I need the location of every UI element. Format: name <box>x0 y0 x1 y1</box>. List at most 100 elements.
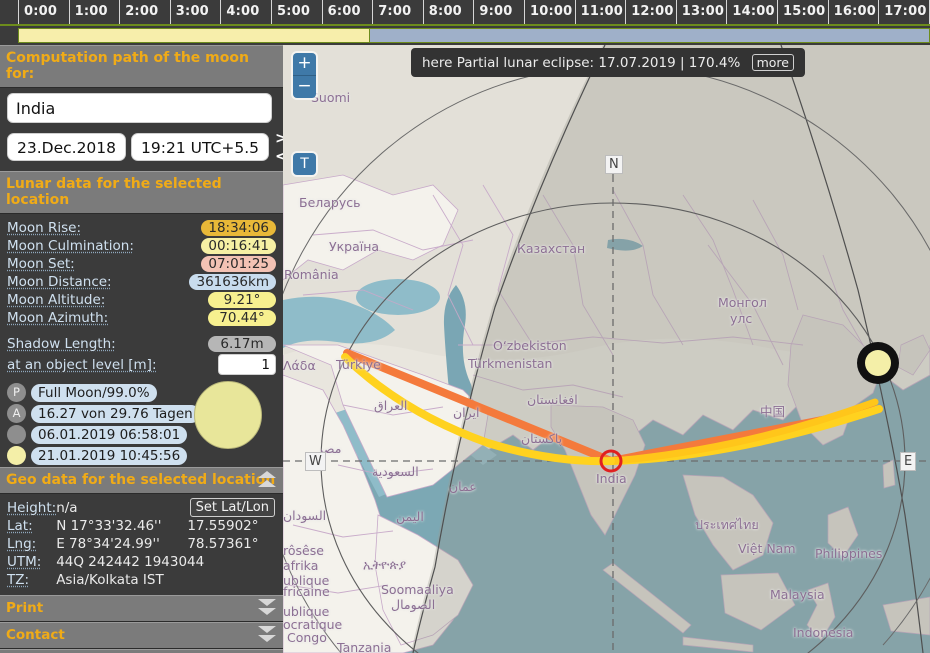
time-tick-label: 13:00 <box>681 4 725 19</box>
time-tick[interactable]: 5:00 <box>271 0 322 24</box>
section-header-contact[interactable]: Contact <box>0 622 283 649</box>
geo-label: Lat: <box>7 518 33 534</box>
map-place-label: Philippines <box>815 546 883 561</box>
map-place-label: Казахстан <box>517 241 586 256</box>
map-place-label: Soomaaliya <box>381 582 454 597</box>
time-tick[interactable]: 17:00 <box>878 0 929 24</box>
moon-azimuth-value: 70.44° <box>208 310 276 326</box>
time-tick[interactable]: 12:00 <box>625 0 676 24</box>
location-input[interactable] <box>7 93 272 123</box>
time-tick[interactable]: 8:00 <box>422 0 474 24</box>
object-level-input[interactable] <box>218 354 276 375</box>
time-tick[interactable]: 15:00 <box>777 0 828 24</box>
map-place-label: Беларусь <box>299 195 361 210</box>
geo-label: Height: <box>7 500 57 516</box>
row-value-cell: 9.21° <box>177 291 276 309</box>
moon-phase-disc-icon <box>194 381 262 449</box>
geo-value: n/a <box>56 500 78 516</box>
object-level-label: at an object level [m]: <box>7 356 157 373</box>
time-tick[interactable]: 6:00 <box>321 0 373 24</box>
eclipse-more-button[interactable]: more <box>751 54 794 71</box>
section-header-help-api[interactable]: Help & API <box>0 649 283 653</box>
map-canvas[interactable]: Suomi Беларусь Україна România Λάδα Türkiye Ка… <box>283 45 930 653</box>
map-place-label: улс <box>730 311 753 326</box>
time-tick[interactable]: 10:00 <box>524 0 575 24</box>
time-tick[interactable]: 16:00 <box>827 0 879 24</box>
section-title-lunar: Lunar data for the selected location <box>6 176 222 208</box>
moon-culmination-value: 00:16:41 <box>201 238 276 254</box>
zoom-in-button[interactable]: + <box>293 53 316 76</box>
table-row-spacer <box>7 327 276 335</box>
time-tick[interactable]: 11:00 <box>574 0 626 24</box>
lunar-panel: Moon Rise: 18:34:06 Moon Culmination: 00… <box>0 214 283 467</box>
set-lat-lon-button[interactable]: Set Lat/Lon <box>189 498 275 517</box>
table-row: Moon Azimuth: 70.44° <box>7 309 276 327</box>
time-tick[interactable]: 13:00 <box>675 0 727 24</box>
zoom-out-button[interactable]: − <box>293 76 316 98</box>
section-title-computation: Computation path of the moon for: <box>6 50 249 82</box>
section-header-computation[interactable]: Computation path of the moon for: <box>0 45 283 88</box>
chevron-up-icon[interactable] <box>258 471 276 489</box>
map-place-label: الصومال <box>391 597 436 612</box>
time-tick-label: 15:00 <box>783 4 826 19</box>
new-moon-date-value: 06.01.2019 06:58:01 <box>31 425 188 444</box>
time-tick[interactable]: 4:00 <box>220 0 271 24</box>
time-field[interactable]: 19:21 UTC+5.5 <box>131 133 269 161</box>
time-tick-label: 0:00 <box>24 4 58 19</box>
map-place-label: Λάδα <box>283 358 316 373</box>
map-place-label: Монгол <box>718 295 767 310</box>
moon-phase-block: P Full Moon/99.0% A 16.27 von 29.76 Tage… <box>7 381 276 465</box>
row-label: Moon Rise: <box>7 220 82 236</box>
phase-age-value: 16.27 von 29.76 Tagen <box>31 404 200 423</box>
table-row: at an object level [m]: <box>7 353 276 376</box>
map-place-label: اليمن <box>396 509 424 524</box>
time-tick[interactable]: 3:00 <box>169 0 221 24</box>
table-row: Moon Altitude: 9.21° <box>7 291 276 309</box>
map-place-label: fricaine <box>283 584 330 599</box>
time-tick-label: 11:00 <box>580 4 623 19</box>
map-place-label: Tanzania <box>337 640 392 653</box>
row-label: Moon Distance: <box>7 274 112 290</box>
day-night-bar <box>0 28 930 43</box>
row-value-cell: 18:34:06 <box>177 219 276 237</box>
time-tick[interactable]: 9:00 <box>473 0 524 24</box>
time-tick[interactable]: 2:00 <box>119 0 170 24</box>
moon-distance-value: 361636km <box>189 274 276 290</box>
time-tick-label: 2:00 <box>125 4 159 19</box>
shadow-length-value: 6.17m <box>208 336 276 352</box>
phase-badge-a: A <box>7 404 26 423</box>
geo-value: 44Q 242442 1943044 <box>56 554 205 570</box>
time-tick-label: 17:00 <box>884 4 927 19</box>
time-tick[interactable]: 0:00 <box>18 0 69 24</box>
shadow-length-label: Shadow Length: <box>7 336 116 352</box>
time-ruler[interactable]: 0:00 1:00 2:00 3:00 4:00 5:00 6:00 7:00 8:00 9:00… <box>0 0 930 26</box>
time-tick[interactable]: 1:00 <box>68 0 120 24</box>
row-label: Moon Culmination: <box>7 238 134 254</box>
observer-marker-inner <box>607 457 615 465</box>
chevron-down-icon[interactable] <box>258 599 276 617</box>
map-place-label: Congo <box>287 630 327 645</box>
map-place-label: Malaysia <box>770 587 825 602</box>
section-header-print[interactable]: Print <box>0 595 283 622</box>
compass-west: W <box>305 452 326 471</box>
table-row: Lat: N 17°33'32.46'' 17.55902° <box>7 517 276 535</box>
date-field[interactable]: 23.Dec.2018 <box>7 133 127 161</box>
zoom-controls[interactable]: + − <box>293 53 316 98</box>
black-sea <box>356 279 440 315</box>
map-place-label: Україна <box>329 239 380 254</box>
section-title-geo: Geo data for the selected location <box>6 472 276 488</box>
row-value-cell: 00:16:41 <box>177 237 276 255</box>
compass-north: N <box>605 155 623 174</box>
chevron-down-icon[interactable] <box>258 626 276 644</box>
table-row: Moon Culmination: 00:16:41 <box>7 237 276 255</box>
time-tick[interactable]: 7:00 <box>372 0 423 24</box>
section-header-geo[interactable]: Geo data for the selected location <box>0 467 283 494</box>
time-tick-label: 12:00 <box>631 4 674 19</box>
map-place-label: India <box>596 471 627 486</box>
time-tick[interactable]: 14:00 <box>726 0 777 24</box>
lunar-data-table: Moon Rise: 18:34:06 Moon Culmination: 00… <box>7 219 276 376</box>
time-tick-label: 14:00 <box>732 4 775 19</box>
row-value-cell <box>177 353 276 376</box>
section-header-lunar[interactable]: Lunar data for the selected location <box>0 171 283 214</box>
terrain-toggle-button[interactable]: T <box>293 153 316 175</box>
